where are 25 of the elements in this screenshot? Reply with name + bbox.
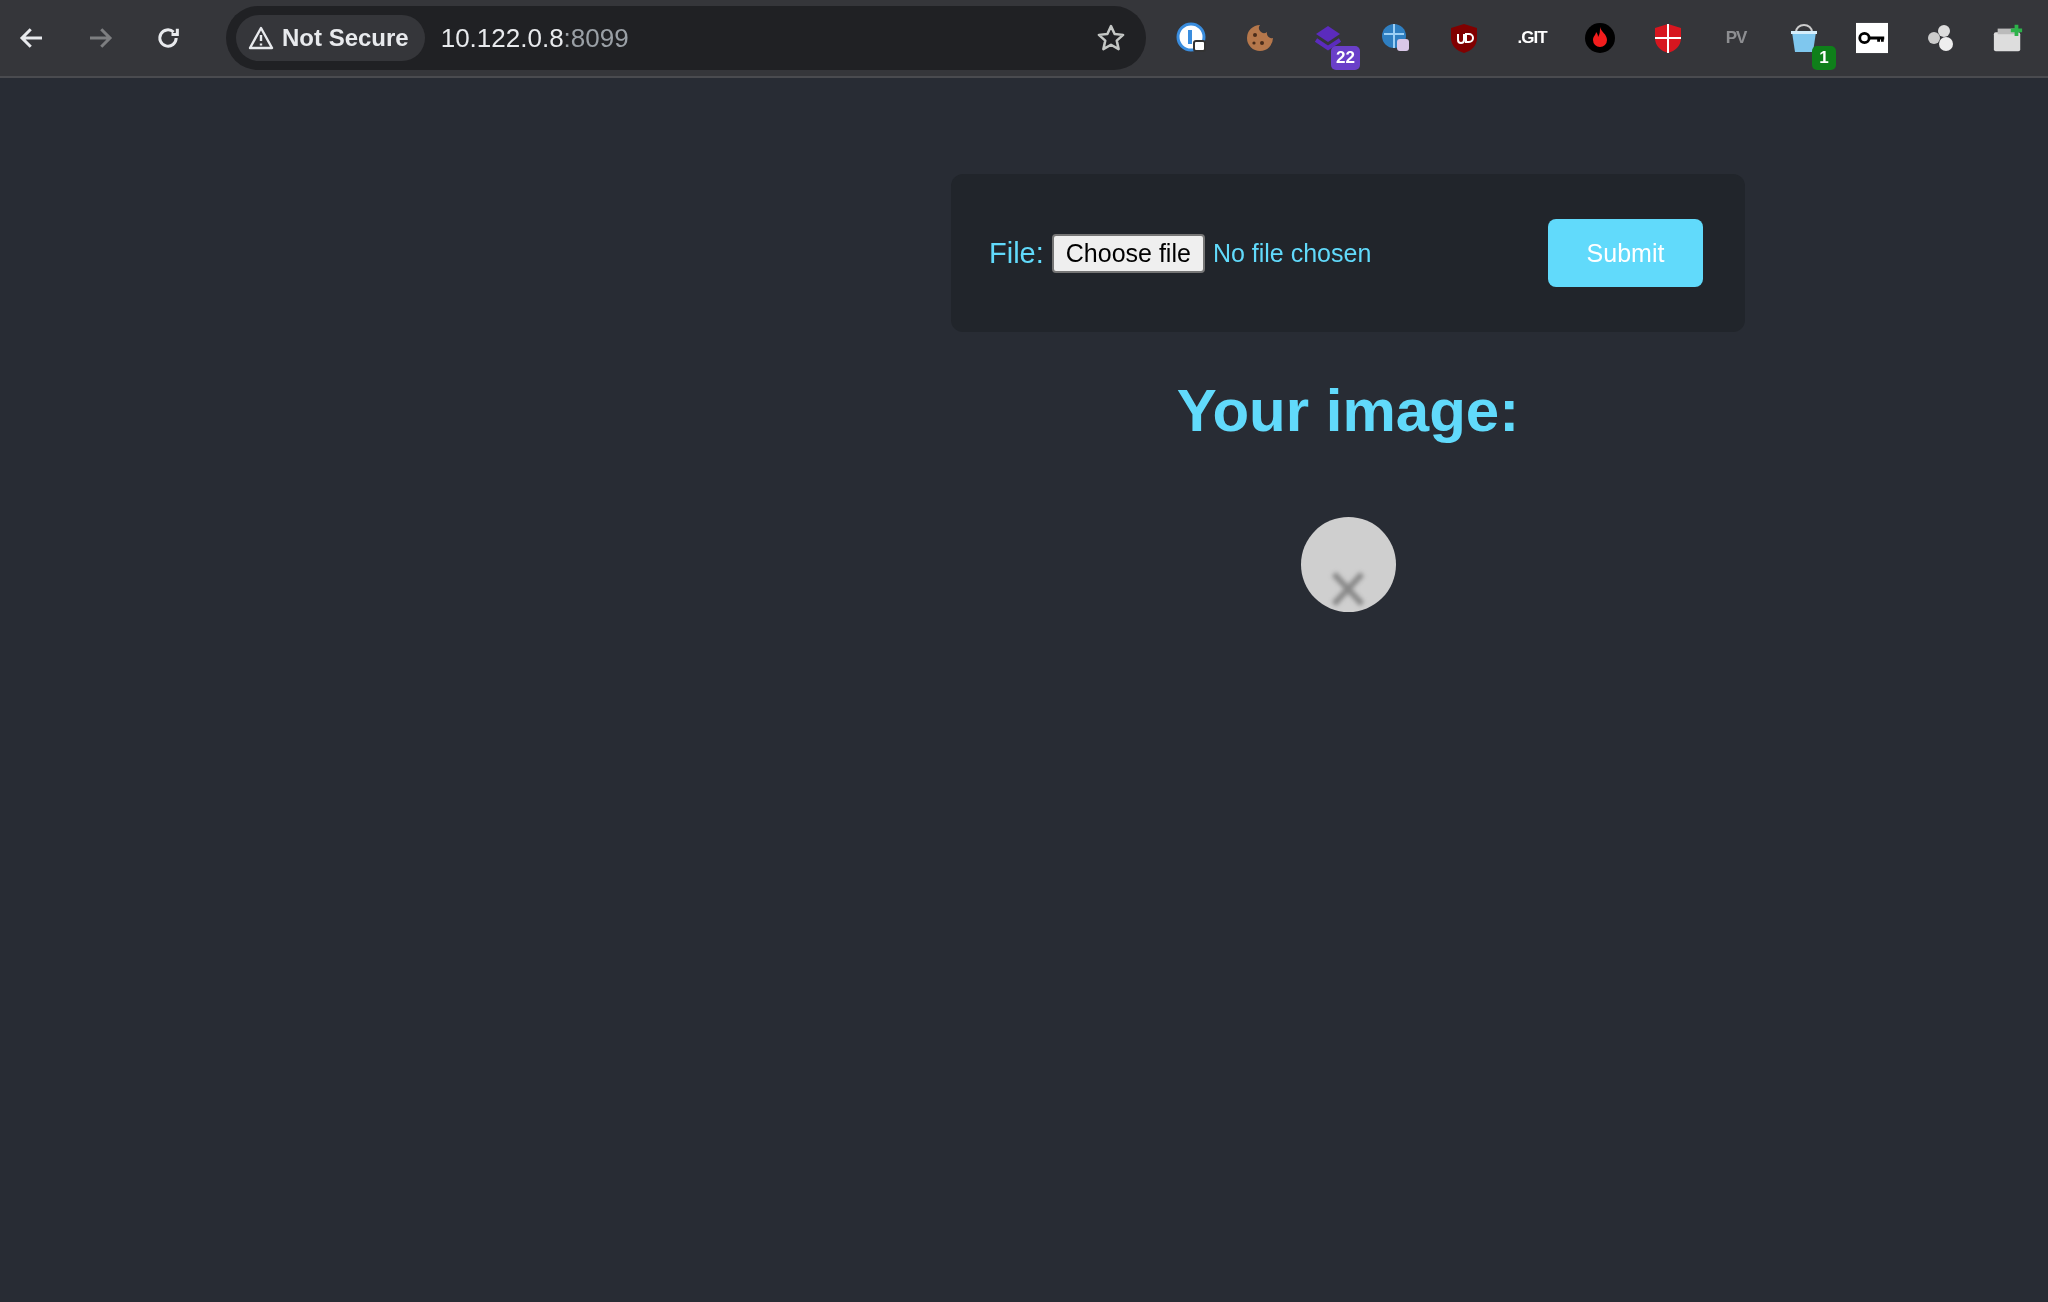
- shield-icon: [1653, 22, 1683, 54]
- flame-icon: [1584, 22, 1616, 54]
- key-icon: [1856, 22, 1888, 54]
- bookmark-star-button[interactable]: [1096, 23, 1126, 53]
- shield-icon: [1449, 22, 1479, 54]
- star-icon: [1096, 23, 1126, 53]
- choose-file-button[interactable]: Choose file: [1051, 233, 1205, 273]
- file-label: File:: [989, 236, 1044, 270]
- extension-button[interactable]: 22: [1312, 18, 1360, 70]
- extension-button[interactable]: 1: [1788, 18, 1836, 70]
- url-text: 10.122.0.8:8099: [440, 22, 630, 54]
- page-heading: Your image:: [1176, 376, 1520, 445]
- extension-button[interactable]: .GIT: [1516, 18, 1548, 58]
- bucket-icon: [1788, 22, 1820, 54]
- extension-label: PV: [1725, 28, 1747, 48]
- count-badge: 1: [1812, 46, 1836, 70]
- file-status: No file chosen: [1212, 238, 1373, 268]
- address-bar[interactable]: Not Secure 10.122.0.8:8099: [226, 6, 1146, 70]
- globe-icon: [1380, 22, 1412, 54]
- warning-icon: [248, 26, 274, 50]
- security-chip[interactable]: Not Secure: [236, 15, 425, 61]
- count-badge: 22: [1331, 46, 1360, 70]
- cookie-icon: [1244, 22, 1276, 54]
- extension-label: .GIT: [1517, 28, 1547, 48]
- plus-folder-icon: [1992, 22, 2024, 54]
